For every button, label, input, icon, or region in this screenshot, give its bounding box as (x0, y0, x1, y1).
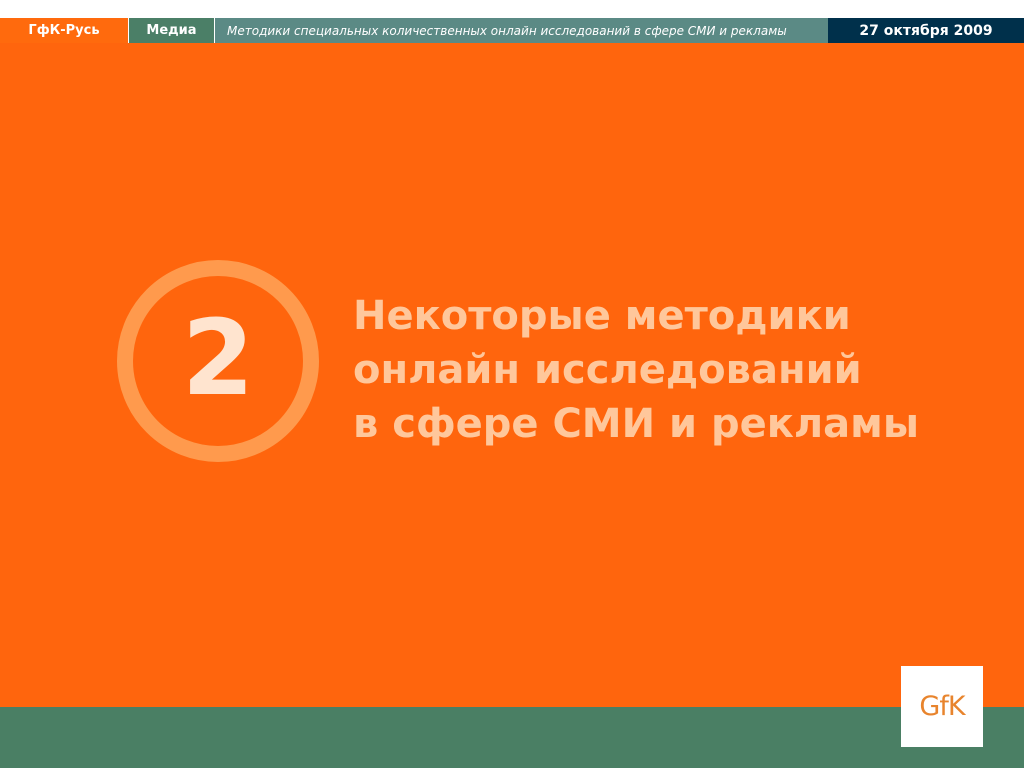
header-company: ГфК-Русь (0, 18, 128, 43)
gfk-logo-text: GfK (919, 691, 965, 722)
header-date: 27 октября 2009 (828, 18, 1024, 43)
header-section: Медиа (128, 18, 214, 43)
footer-bar (0, 707, 1024, 768)
header-topic: Методики специальных количественных онла… (214, 18, 828, 43)
header-bar: ГфК-Русь Медиа Методики специальных коли… (0, 0, 1024, 43)
slide-title-line: онлайн исследований (353, 347, 862, 393)
section-number-badge: 2 (117, 260, 319, 462)
slide-title-line: Некоторые методики (353, 293, 851, 339)
section-number: 2 (181, 297, 255, 419)
slide-body: 2 Некоторые методики онлайн исследований… (0, 43, 1024, 707)
slide-title-line: в сфере СМИ и рекламы (353, 401, 920, 447)
slide-title: Некоторые методики онлайн исследований в… (353, 289, 993, 451)
gfk-logo: GfK (901, 666, 983, 747)
